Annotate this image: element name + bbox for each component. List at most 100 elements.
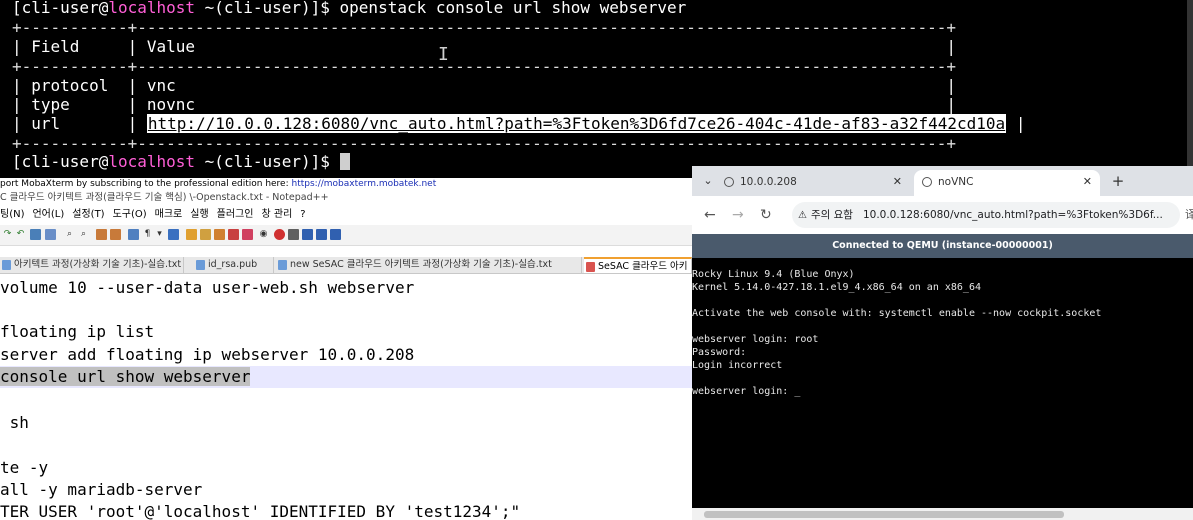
tab-search-button[interactable]: ⌄ [698, 172, 718, 190]
indent-guide-icon[interactable] [168, 229, 179, 240]
terminal-command: openstack console url show webserver [339, 0, 687, 17]
file-tab[interactable]: new SeSAC 클라우드 아키텍트 과정(가상화 기술 기초)-실습.txt [276, 257, 582, 273]
table-border-bottom: +-----------+---------------------------… [12, 134, 957, 153]
terminal-scrollbar[interactable] [1187, 0, 1193, 178]
new-tab-button[interactable]: + [1108, 172, 1128, 190]
table-border-mid: +-----------+---------------------------… [12, 57, 957, 76]
vnc-console[interactable]: Rocky Linux 9.4 (Blue Onyx) Kernel 5.14.… [692, 258, 1193, 508]
menu-item[interactable]: 팅(N) [0, 209, 24, 220]
notepadpp-toolbar: ↷ ↶ ⌕ ⌕ ¶ ▾ ◉ [0, 225, 692, 246]
table-row-url: | url | http://10.0.0.128:6080/vnc_auto.… [12, 114, 1026, 133]
notepadpp-title: C 클라우드 아키텍트 과정(클라우드 기술 핵심) \-Openstack.t… [0, 192, 329, 203]
reload-icon[interactable]: ↻ [760, 206, 772, 224]
url-text: 10.0.0.128:6080/vnc_auto.html?path=%3Fto… [862, 209, 1163, 221]
menu-item[interactable]: 실행 [190, 209, 208, 220]
address-bar[interactable]: ⚠ 주의 요함 10.0.0.128:6080/vnc_auto.html?path… [792, 202, 1180, 228]
notepadpp-tabbar: 아키텍트 과정(가상화 기술 기초)-실습.txt id_rsa.pub new… [0, 257, 692, 274]
browser-window[interactable]: ⌄ 10.0.0.208 ✕ noVNC ✕ + ← → ↻ ⚠ 주의 요함 10.0.… [692, 166, 1193, 520]
code-line: volume 10 --user-data user-web.sh webser… [0, 278, 415, 297]
replace-icon[interactable]: ⌕ [78, 229, 89, 240]
editor-area[interactable]: volume 10 --user-data user-web.sh webser… [0, 274, 692, 520]
selected-text: console url show webserver [0, 367, 251, 386]
terminal-cursor [339, 153, 350, 170]
mobaxterm-link[interactable]: https://mobaxterm.mobatek.net [292, 179, 437, 189]
code-line: server add floating ip webserver 10.0.0.… [0, 345, 415, 364]
console-line: Kernel 5.14.0-427.18.1.el9_4.x86_64 on a… [692, 282, 981, 293]
sync-scroll-icon[interactable] [128, 229, 139, 240]
console-line: webserver login: _ [692, 386, 801, 397]
console-line: webserver login: root [692, 334, 819, 345]
code-line-current: console url show webserver [0, 366, 692, 388]
ibeam-cursor-icon: I [438, 44, 449, 65]
code-line: TER USER 'root'@'localhost' IDENTIFIED B… [0, 502, 521, 520]
close-icon[interactable]: ✕ [893, 170, 902, 194]
paste-icon[interactable] [45, 229, 56, 240]
file-icon [196, 260, 205, 270]
browser-tab-2[interactable]: noVNC ✕ [914, 170, 1100, 196]
menu-item[interactable]: 창 관리 [261, 209, 292, 220]
table-row-protocol: | protocol | vnc | [12, 76, 957, 95]
terminal-command-line: [cli-user@localhost ~(cli-user)]$ openst… [12, 0, 687, 17]
folder-workspace-icon[interactable] [228, 229, 239, 240]
record-macro-icon[interactable] [274, 229, 285, 240]
terminal-window[interactable]: [cli-user@localhost ~(cli-user)]$ openst… [0, 0, 1193, 178]
save-macro-icon[interactable] [330, 229, 341, 240]
notepadpp-menubar: 팅(N) 언어(L) 설정(T) 도구(O) 매크로 실행 플러그인 창 관리? [0, 206, 692, 224]
console-line: Rocky Linux 9.4 (Blue Onyx) [692, 269, 855, 280]
terminal-hostname: localhost [108, 0, 196, 17]
redo-icon[interactable]: ↷ [2, 229, 13, 240]
run-macro-multiple-icon[interactable] [316, 229, 327, 240]
table-row-type: | type | novnc | [12, 95, 957, 114]
close-icon[interactable]: ✕ [1083, 170, 1092, 194]
file-tab[interactable]: 아키텍트 과정(가상화 기술 기초)-실습.txt [0, 257, 184, 273]
file-icon [586, 262, 595, 272]
translate-icon[interactable]: 译 [1185, 206, 1193, 224]
terminal-prompt-line: [cli-user@localhost ~(cli-user)]$ [12, 152, 350, 172]
file-icon [278, 260, 287, 270]
zoom-out-icon[interactable] [110, 229, 121, 240]
copy-icon[interactable] [30, 229, 41, 240]
menu-item[interactable]: 매크로 [155, 209, 183, 220]
table-border-top: +-----------+---------------------------… [12, 18, 957, 37]
code-line: te -y [0, 458, 49, 477]
file-tab[interactable]: id_rsa.pub [194, 257, 274, 273]
eye-icon[interactable]: ◉ [258, 229, 269, 240]
console-url-link[interactable]: http://10.0.0.128:6080/vnc_auto.html?pat… [146, 114, 1007, 133]
browser-toolbar: ← → ↻ ⚠ 주의 요함 10.0.0.128:6080/vnc_auto.htm… [692, 196, 1193, 234]
paragraph-icon[interactable]: ¶ [142, 229, 153, 240]
play-macro-icon[interactable] [302, 229, 313, 240]
file-tab-active[interactable]: SeSAC 클라우드 아키 [584, 257, 692, 273]
doc-map-icon[interactable] [200, 229, 211, 240]
menu-item[interactable]: 언어(L) [32, 209, 64, 220]
forward-icon[interactable]: → [732, 206, 744, 224]
menu-item[interactable]: 설정(T) [72, 209, 104, 220]
code-line: all -y mariadb-server [0, 480, 203, 499]
menu-item[interactable]: 도구(O) [113, 209, 147, 220]
back-icon[interactable]: ← [704, 206, 716, 224]
undo-icon[interactable]: ↶ [15, 229, 26, 240]
table-header-row: | Field | Value | [12, 37, 957, 56]
console-line: Login incorrect [692, 360, 783, 371]
browser-tab-1[interactable]: 10.0.0.208 ✕ [724, 170, 910, 196]
horizontal-scrollbar[interactable] [692, 508, 1193, 520]
warning-icon: ⚠ [798, 210, 807, 221]
function-list-icon[interactable] [214, 229, 225, 240]
code-line: floating ip list [0, 322, 155, 341]
find-icon[interactable]: ⌕ [64, 229, 75, 240]
scrollbar-thumb[interactable] [704, 511, 1064, 518]
zoom-in-icon[interactable] [96, 229, 107, 240]
monitor-icon[interactable] [242, 229, 253, 240]
notepadpp-window[interactable]: C 클라우드 아키텍트 과정(클라우드 기술 핵심) \-Openstack.t… [0, 190, 692, 520]
stop-macro-icon[interactable] [288, 229, 299, 240]
mobaxterm-notice: port MobaXterm by subscribing to the pro… [0, 178, 692, 190]
folder-icon[interactable] [186, 229, 197, 240]
globe-icon [922, 177, 932, 187]
menu-item[interactable]: 플러그인 [217, 209, 254, 220]
security-label[interactable]: 주의 요함 [811, 209, 853, 221]
chevron-down-icon[interactable]: ▾ [154, 229, 165, 240]
browser-tabstrip: ⌄ 10.0.0.208 ✕ noVNC ✕ + [692, 166, 1193, 196]
console-line: Activate the web console with: systemctl… [692, 308, 1102, 319]
menu-item[interactable]: ? [300, 209, 305, 220]
